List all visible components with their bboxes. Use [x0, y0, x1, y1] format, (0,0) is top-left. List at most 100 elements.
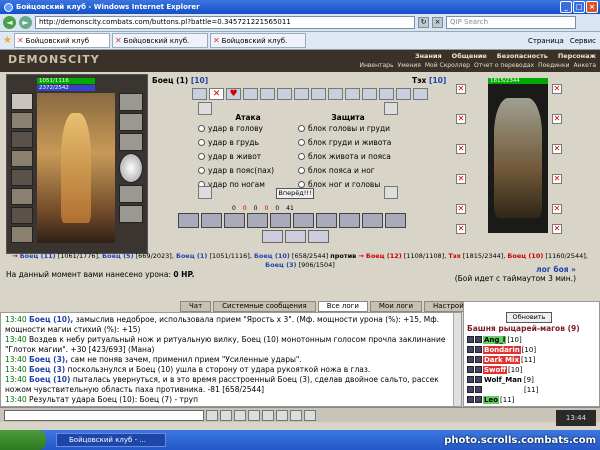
radio-button[interactable] — [298, 167, 305, 174]
user-row[interactable]: Ang_l [10] — [467, 335, 538, 344]
skill-icon[interactable] — [201, 213, 222, 228]
heart-icon[interactable]: ♥ — [226, 88, 241, 100]
attack-option[interactable]: удар в грудь — [198, 136, 298, 149]
close-icon[interactable]: ✕ — [456, 204, 466, 214]
user-row[interactable]: Dark Mix [11] — [467, 355, 538, 364]
close-icon[interactable]: ✕ — [552, 224, 562, 234]
equip-slot[interactable] — [11, 112, 33, 129]
scroll-icon[interactable] — [379, 88, 394, 100]
equip-slot[interactable] — [11, 188, 33, 205]
cancel-icon[interactable]: ✕ — [209, 88, 224, 100]
defense-option[interactable]: блок груди и живота — [298, 136, 398, 149]
close-icon[interactable]: ✕ — [456, 114, 466, 124]
chat-input[interactable] — [4, 409, 204, 421]
radio-button[interactable] — [298, 139, 305, 146]
battle-log-link[interactable]: лог боя » — [455, 265, 576, 274]
service-menu[interactable]: Сервис — [570, 37, 596, 45]
skull-icon[interactable] — [198, 186, 212, 199]
scroll-icon[interactable] — [294, 88, 309, 100]
close-icon[interactable]: ✕ — [552, 144, 562, 154]
smile-icon[interactable] — [206, 409, 218, 421]
opponent-level-tag[interactable]: [10] — [429, 76, 446, 85]
skill-icon[interactable] — [224, 213, 245, 228]
fighter-link[interactable]: Боец (1) — [176, 252, 207, 260]
player-level-tag[interactable]: [10] — [191, 76, 208, 85]
fighter-link[interactable]: Боец (3) — [265, 261, 296, 269]
browser-tab[interactable]: ✕ Бойцовский клуб — [13, 33, 110, 48]
menu-item[interactable]: Знания — [415, 52, 442, 60]
equip-slot[interactable] — [11, 93, 33, 110]
chat-tab[interactable]: Системные сообщения — [213, 301, 316, 312]
search-input[interactable]: QIP Search — [446, 16, 576, 29]
close-icon[interactable]: ✕ — [456, 144, 466, 154]
fighter-link[interactable]: Боец (12) — [366, 252, 402, 260]
shield-slot[interactable] — [119, 153, 143, 183]
fighter-link[interactable]: Боец (10) — [507, 252, 543, 260]
close-icon[interactable]: ✕ — [552, 204, 562, 214]
skill-icon[interactable] — [308, 230, 329, 243]
submenu-item[interactable]: Анкета — [573, 62, 596, 69]
skill-icon[interactable] — [293, 213, 314, 228]
attack-option[interactable]: удар в голову — [198, 122, 298, 135]
attack-option[interactable]: удар в живот — [198, 150, 298, 163]
skill-icon[interactable] — [385, 213, 406, 228]
scroll-icon[interactable] — [277, 88, 292, 100]
equip-slot[interactable] — [119, 133, 143, 151]
equip-slot[interactable] — [119, 205, 143, 223]
tool-icon[interactable] — [220, 409, 232, 421]
chat-tab[interactable]: Мои логи — [369, 301, 422, 312]
url-field[interactable]: http://demonscity.combats.com/buttons.pl… — [35, 16, 415, 29]
submenu-item[interactable]: Мой Скроллер — [425, 62, 470, 69]
equip-slot[interactable] — [11, 169, 33, 186]
favorites-star-icon[interactable]: ★ — [3, 35, 12, 46]
skill-icon[interactable] — [178, 213, 199, 228]
skill-icon[interactable] — [247, 213, 268, 228]
radio-button[interactable] — [198, 125, 205, 132]
user-row[interactable]: Swoff [10] — [467, 365, 538, 374]
submenu-item[interactable]: Умения — [398, 62, 421, 69]
start-button[interactable] — [0, 430, 46, 450]
maximize-button[interactable]: □ — [573, 1, 585, 13]
menu-item[interactable]: Общение — [452, 52, 487, 60]
attack-option[interactable]: удар в пояс(пах) — [198, 164, 298, 177]
menu-item[interactable]: Персонаж — [558, 52, 596, 60]
close-icon[interactable]: ✕ — [552, 114, 562, 124]
browser-tab[interactable]: ✕ Бойцовский клуб. — [209, 33, 306, 48]
taskbar-task[interactable]: Бойцовский клуб - ... — [56, 433, 166, 447]
close-icon[interactable]: ✕ — [552, 84, 562, 94]
chat-tab-active[interactable]: Все логи — [317, 301, 368, 312]
menu-item[interactable]: Безопасность — [497, 52, 548, 60]
fighter-link[interactable]: Боец (5) — [102, 252, 133, 260]
fighter-link[interactable]: Боец (11) — [20, 252, 56, 260]
user-row[interactable]: Bondarin [10] — [467, 345, 538, 354]
equip-slot[interactable] — [11, 131, 33, 148]
refresh-button[interactable]: Обновить — [506, 312, 552, 323]
tool-icon[interactable] — [276, 409, 288, 421]
submenu-item[interactable]: Поединки — [538, 62, 569, 69]
go-button[interactable]: Вперёд!!! — [276, 188, 314, 199]
forward-button[interactable]: ► — [19, 16, 32, 29]
user-row[interactable]: Wolf_Man [9] — [467, 375, 538, 384]
scroll-icon[interactable] — [260, 88, 275, 100]
player-name[interactable]: Боец — [152, 76, 174, 85]
skill-icon[interactable] — [192, 88, 207, 100]
radio-button[interactable] — [298, 153, 305, 160]
scroll-icon[interactable] — [396, 88, 411, 100]
skill-icon[interactable] — [316, 213, 337, 228]
minimize-button[interactable]: _ — [560, 1, 572, 13]
radio-button[interactable] — [298, 125, 305, 132]
equip-slot[interactable] — [119, 113, 143, 131]
defense-option[interactable]: блок пояса и ног — [298, 164, 398, 177]
scroll-icon[interactable] — [345, 88, 360, 100]
close-button[interactable]: × — [586, 1, 598, 13]
page-menu[interactable]: Страница — [528, 37, 564, 45]
defense-option[interactable]: блок головы и груди — [298, 122, 398, 135]
submenu-item[interactable]: Отчет о переводах — [474, 62, 534, 69]
close-icon[interactable]: ✕ — [552, 174, 562, 184]
scroll-icon[interactable] — [328, 88, 343, 100]
tool-icon[interactable] — [234, 409, 246, 421]
chat-tab[interactable]: Чат — [180, 301, 212, 312]
equip-slot[interactable] — [11, 226, 33, 243]
equip-slot[interactable] — [11, 207, 33, 224]
back-button[interactable]: ◄ — [3, 16, 16, 29]
